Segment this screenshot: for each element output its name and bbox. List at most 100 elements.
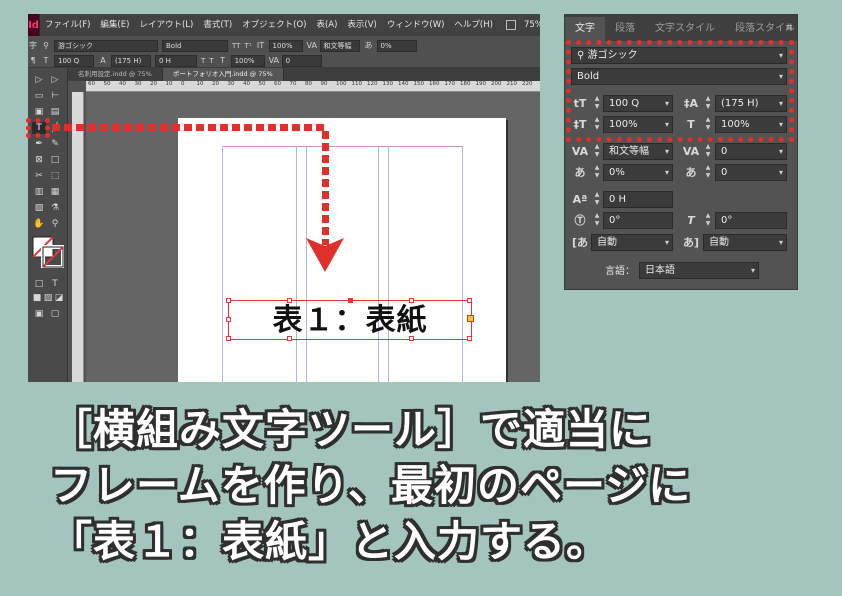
chevron-down-icon[interactable]: ▾ bbox=[779, 165, 783, 180]
frame-outport-handle[interactable] bbox=[467, 315, 474, 322]
page-tool-icon[interactable]: ▭ bbox=[32, 90, 46, 102]
spinner-icon[interactable]: ▲ ▼ bbox=[592, 212, 602, 229]
menu-view[interactable]: 表示(V) bbox=[342, 14, 381, 36]
gradient-tool-icon[interactable]: ▥ bbox=[32, 186, 46, 198]
frame-handle[interactable] bbox=[226, 336, 231, 341]
direct-selection-tool-icon[interactable]: ▷ bbox=[48, 74, 62, 86]
ctrl-vertical-scale[interactable]: 100% bbox=[268, 39, 303, 52]
frame-handle[interactable] bbox=[467, 298, 472, 303]
aki-field[interactable]: 0 ▾ bbox=[715, 164, 787, 181]
spinner-icon[interactable]: ▲ ▼ bbox=[703, 212, 713, 229]
frame-handle[interactable] bbox=[226, 317, 231, 322]
panel-menu-icon[interactable]: ≡ bbox=[785, 23, 793, 33]
spinner-icon[interactable]: ▲ ▼ bbox=[703, 143, 713, 160]
eyedropper-tool-icon[interactable]: ⚗ bbox=[48, 202, 62, 214]
skew-field[interactable]: 0° bbox=[715, 212, 787, 229]
menu-table[interactable]: 表(A) bbox=[311, 14, 342, 36]
fill-stroke-swatch-icon[interactable] bbox=[32, 236, 64, 268]
menu-object[interactable]: オブジェクト(O) bbox=[237, 14, 311, 36]
chevron-down-icon[interactable]: ▾ bbox=[665, 144, 669, 159]
note-tool-icon[interactable]: ▧ bbox=[32, 202, 46, 214]
underline-button[interactable]: T bbox=[201, 57, 205, 65]
character-mode-icon[interactable]: 字 bbox=[28, 40, 38, 51]
language-field[interactable]: 日本語 ▾ bbox=[639, 262, 759, 279]
preview-mode-icon[interactable]: ▢ bbox=[48, 308, 62, 320]
frame-handle[interactable] bbox=[409, 336, 414, 341]
menu-type[interactable]: 書式(T) bbox=[198, 14, 237, 36]
paragraph-mode-icon[interactable]: ¶ bbox=[28, 56, 38, 65]
chevron-down-icon[interactable]: ▾ bbox=[665, 165, 669, 180]
rectangle-frame-tool-icon[interactable]: ⊠ bbox=[32, 154, 46, 166]
menu-edit[interactable]: 編集(E) bbox=[95, 14, 134, 36]
gap-tool-icon[interactable]: ⊢ bbox=[48, 90, 62, 102]
scissors-tool-icon[interactable]: ✂ bbox=[32, 170, 46, 182]
control-panel: 字 ⚲ 游ゴシック Bold TT T¹ IT 100% VA 和文等幅 あ 0… bbox=[28, 36, 540, 68]
pen-tool-icon[interactable]: ✒ bbox=[32, 138, 46, 150]
frame-handle[interactable] bbox=[409, 298, 414, 303]
gradient-feather-tool-icon[interactable]: ▦ bbox=[48, 186, 62, 198]
baseline-shift-field[interactable]: 0 H bbox=[603, 191, 673, 208]
frame-handle[interactable] bbox=[287, 336, 292, 341]
formatting-container-icon[interactable]: □ bbox=[32, 278, 46, 290]
character-rotation-field[interactable]: 0° bbox=[603, 212, 673, 229]
ctrl-tsume[interactable]: 0% bbox=[376, 39, 417, 52]
ctrl-font-size[interactable]: 100 Q bbox=[54, 54, 94, 67]
ctrl-tracking[interactable]: 0 bbox=[281, 54, 322, 67]
normal-mode-icon[interactable]: ▣ bbox=[32, 308, 46, 320]
kerning-field[interactable]: 和文等幅 ▾ bbox=[603, 143, 673, 160]
vertical-ruler[interactable] bbox=[72, 92, 84, 382]
mojikumi-after-field[interactable]: 自動 ▾ bbox=[703, 234, 787, 251]
all-caps-button[interactable]: TT bbox=[232, 42, 240, 50]
ctrl-kerning[interactable]: 和文等幅 bbox=[319, 39, 360, 52]
chevron-down-icon[interactable]: ▾ bbox=[751, 263, 755, 278]
frame-handle[interactable] bbox=[287, 298, 292, 303]
selection-tool-icon[interactable]: ▷ bbox=[32, 74, 46, 86]
spinner-icon[interactable]: ▲ ▼ bbox=[592, 164, 602, 181]
doc-tab-1[interactable]: 名刺用設定.indd @ 75% bbox=[68, 68, 163, 81]
frame-handle[interactable] bbox=[348, 298, 353, 303]
formatting-text-icon[interactable]: T bbox=[48, 278, 62, 290]
content-placer-icon[interactable]: ▤ bbox=[48, 106, 62, 118]
frame-handle[interactable] bbox=[467, 336, 472, 341]
zoom-tool-icon[interactable]: ⚲ bbox=[48, 218, 62, 230]
rectangle-tool-icon[interactable]: □ bbox=[48, 154, 62, 166]
apply-none-icon[interactable]: ◪ bbox=[52, 292, 66, 304]
superscript-button[interactable]: T¹ bbox=[244, 42, 251, 50]
ctrl-font-family[interactable]: 游ゴシック bbox=[54, 39, 158, 52]
content-collector-icon[interactable]: ▣ bbox=[32, 106, 46, 118]
tab-paragraph-styles[interactable]: 段落スタイル bbox=[725, 17, 805, 41]
strikethrough-button[interactable]: T bbox=[209, 57, 213, 65]
pasteboard[interactable]: 表１：表紙 bbox=[86, 92, 540, 382]
tsume-field[interactable]: 0% ▾ bbox=[603, 164, 673, 181]
doc-tab-2[interactable]: ポートフォリオ入門.indd @ 75% bbox=[162, 68, 284, 81]
zoom-level[interactable]: 75% bbox=[524, 20, 540, 30]
tracking-field[interactable]: 0 ▾ bbox=[715, 143, 787, 160]
menu-help[interactable]: ヘルプ(H) bbox=[449, 14, 498, 36]
ctrl-horizontal-scale[interactable]: 100% bbox=[230, 54, 265, 67]
bridge-icon[interactable] bbox=[505, 20, 516, 30]
menu-layout[interactable]: レイアウト(L) bbox=[134, 14, 198, 36]
menu-file[interactable]: ファイル(F) bbox=[40, 14, 96, 36]
ctrl-leading[interactable]: (175 H) bbox=[111, 54, 151, 67]
pencil-tool-icon[interactable]: ✎ bbox=[48, 138, 62, 150]
horizontal-ruler[interactable]: 60 50 40 30 20 10 0 10 20 30 40 50 60 70 80 90 100 110 120… bbox=[86, 81, 540, 92]
chevron-down-icon[interactable]: ▾ bbox=[779, 144, 783, 159]
spinner-icon[interactable]: ▲ ▼ bbox=[592, 191, 602, 208]
free-transform-tool-icon[interactable]: ⬚ bbox=[48, 170, 62, 182]
tab-character-styles[interactable]: 文字スタイル bbox=[645, 17, 725, 41]
tab-paragraph[interactable]: 段落 bbox=[605, 17, 645, 41]
ctrl-baseline-shift[interactable]: 0 H bbox=[155, 54, 197, 67]
frame-handle[interactable] bbox=[226, 298, 231, 303]
tab-character[interactable]: 文字 bbox=[565, 17, 605, 41]
chevron-down-icon[interactable]: ▾ bbox=[665, 235, 669, 250]
spinner-icon[interactable]: ▲ ▼ bbox=[703, 164, 713, 181]
text-frame[interactable]: 表１：表紙 bbox=[226, 298, 474, 341]
ctrl-font-style[interactable]: Bold bbox=[162, 39, 228, 52]
chevron-down-icon[interactable]: ▾ bbox=[779, 235, 783, 250]
mojikumi-before-field[interactable]: 自動 ▾ bbox=[591, 234, 673, 251]
menu-window[interactable]: ウィンドウ(W) bbox=[382, 14, 450, 36]
hand-tool-icon[interactable]: ✋ bbox=[32, 218, 46, 230]
frame-text[interactable]: 表１：表紙 bbox=[229, 301, 471, 339]
spinner-icon[interactable]: ▲ ▼ bbox=[592, 143, 602, 160]
margin-guide-left bbox=[222, 146, 223, 382]
